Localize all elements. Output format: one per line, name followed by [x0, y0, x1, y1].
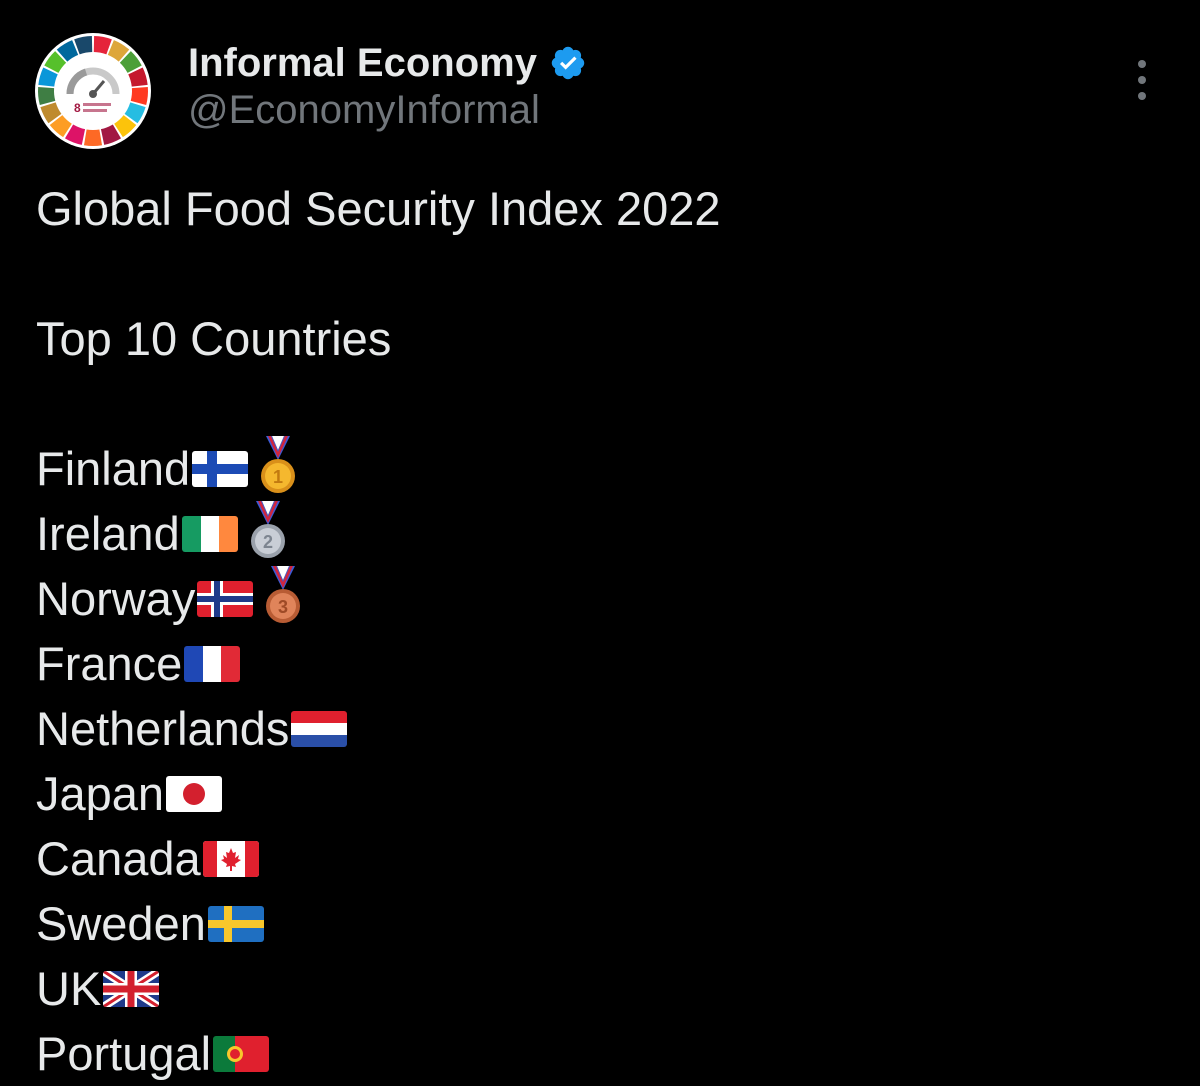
- country-name: France: [36, 637, 183, 690]
- country-line: France: [36, 631, 1166, 696]
- svg-text:8: 8: [74, 101, 81, 115]
- more-dot-icon: [1138, 76, 1146, 84]
- flag-sweden-icon: [207, 905, 264, 942]
- country-name: Japan: [36, 767, 165, 820]
- flag-portugal-icon: [213, 1035, 270, 1072]
- country-name: UK: [36, 962, 102, 1015]
- verified-badge-icon: [549, 44, 587, 82]
- country-line: Japan: [36, 761, 1166, 826]
- bronze-medal-icon: 3: [263, 565, 303, 626]
- avatar[interactable]: 8: [34, 32, 152, 150]
- country-name: Canada: [36, 832, 201, 885]
- country-name: Ireland: [36, 507, 180, 560]
- country-line: Ireland 2: [36, 500, 1166, 566]
- sdg-wheel-icon: 8: [35, 33, 151, 149]
- country-line: Finland 1: [36, 435, 1166, 501]
- country-line: Sweden: [36, 891, 1166, 956]
- flag-norway-icon: [197, 580, 254, 617]
- gold-medal-icon: 1: [258, 435, 298, 496]
- country-name: Netherlands: [36, 702, 290, 755]
- flag-france-icon: [184, 645, 241, 682]
- country-line: UK: [36, 956, 1166, 1021]
- country-name: Norway: [36, 572, 196, 625]
- country-list: Finland 1 Ireland 2 Norway 3 France Netherlands…: [36, 435, 1166, 1086]
- tweet-title: Global Food Security Index 2022: [36, 182, 721, 235]
- svg-text:2: 2: [263, 532, 273, 552]
- author-handle[interactable]: @EconomyInformal: [188, 88, 540, 133]
- country-name: Finland: [36, 442, 191, 495]
- tweet-text: Global Food Security Index 2022 Top 10 C…: [36, 176, 1166, 1086]
- more-dot-icon: [1138, 92, 1146, 100]
- more-options-button[interactable]: [1120, 56, 1164, 104]
- country-line: Norway 3: [36, 565, 1166, 631]
- author-name-row[interactable]: Informal Economy: [188, 38, 587, 88]
- tweet-header: 8 Informal Economy @EconomyInformal: [0, 0, 1200, 160]
- silver-medal-icon: 2: [248, 500, 288, 561]
- more-dot-icon: [1138, 60, 1146, 68]
- author-name[interactable]: Informal Economy: [188, 41, 537, 86]
- flag-ireland-icon: [181, 515, 238, 552]
- flag-uk-icon: [103, 970, 160, 1007]
- flag-canada-icon: [202, 840, 259, 877]
- country-line: Portugal: [36, 1021, 1166, 1086]
- country-name: Portugal: [36, 1027, 212, 1080]
- flag-netherlands-icon: [291, 710, 348, 747]
- flag-finland-icon: [192, 450, 249, 487]
- country-line: Netherlands: [36, 696, 1166, 761]
- svg-text:3: 3: [278, 597, 288, 617]
- svg-text:1: 1: [273, 467, 283, 487]
- country-line: Canada: [36, 826, 1166, 891]
- tweet-subtitle: Top 10 Countries: [36, 312, 392, 365]
- flag-japan-icon: [166, 775, 223, 812]
- country-name: Sweden: [36, 897, 206, 950]
